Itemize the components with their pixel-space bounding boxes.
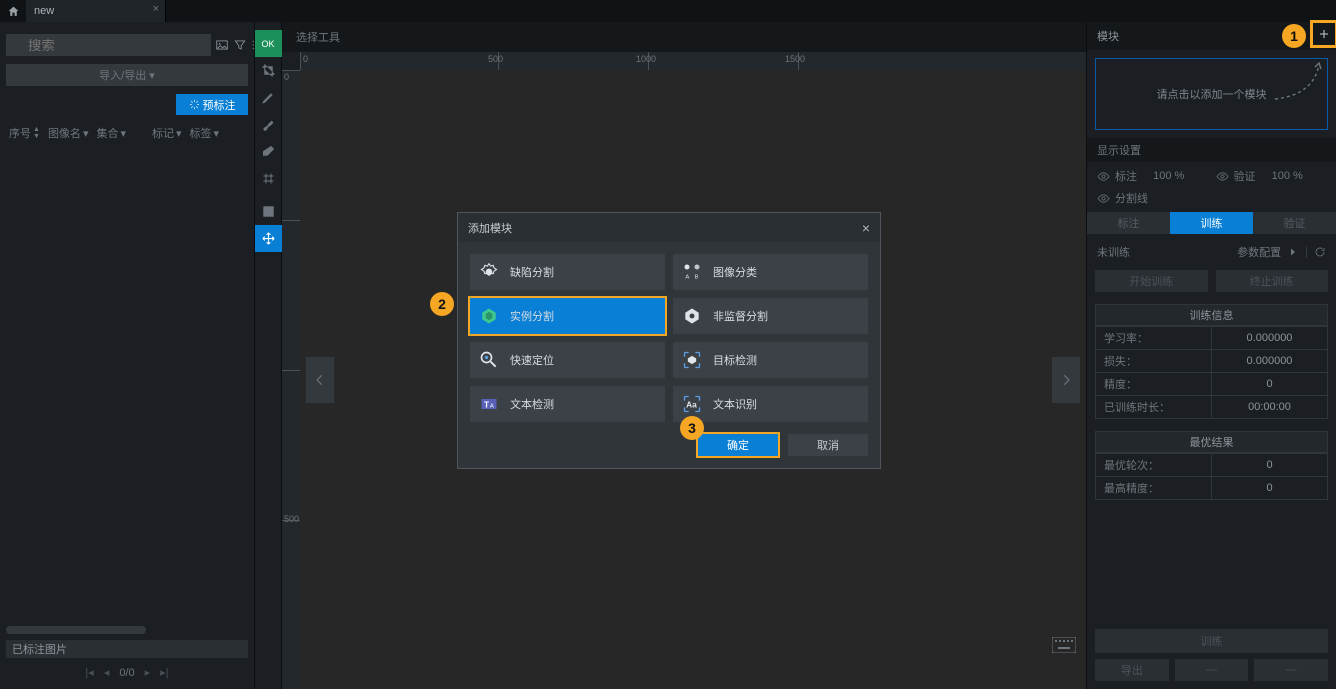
opt-image-cls[interactable]: AB 图像分类 <box>673 254 868 290</box>
opt-fast-loc[interactable]: 快速定位 <box>470 342 665 378</box>
opt-instance-seg[interactable]: 实例分割 <box>470 298 665 334</box>
dialog-cancel-button[interactable]: 取消 <box>788 434 868 456</box>
svg-text:B: B <box>695 275 699 281</box>
dialog-ok-button[interactable]: 确定 <box>698 434 778 456</box>
dialog-overlay: 添加模块 × 缺陷分割 AB 图像分类 实例分割 非监督分割 快速定位 <box>0 0 1336 689</box>
gear-icon <box>478 261 500 283</box>
svg-text:T: T <box>484 399 489 409</box>
svg-text:A: A <box>490 403 494 409</box>
magnifier-icon <box>478 349 500 371</box>
svg-text:A: A <box>685 275 689 281</box>
opt-defect-seg[interactable]: 缺陷分割 <box>470 254 665 290</box>
opt-obj-det[interactable]: 目标检测 <box>673 342 868 378</box>
nut-icon <box>681 305 703 327</box>
opt-text-det[interactable]: TA 文本检测 <box>470 386 665 422</box>
hexagon-icon <box>478 305 500 327</box>
svg-text:Aa: Aa <box>686 399 697 409</box>
classify-icon: AB <box>681 261 703 283</box>
callout-3: 3 <box>680 416 704 440</box>
text-box-icon: TA <box>478 393 500 415</box>
callout-1: 1 <box>1282 24 1306 48</box>
text-scan-icon: Aa <box>681 393 703 415</box>
opt-text-rec[interactable]: Aa 文本识别 <box>673 386 868 422</box>
dialog-close-icon[interactable]: × <box>862 220 870 236</box>
opt-unsup-seg[interactable]: 非监督分割 <box>673 298 868 334</box>
callout-2: 2 <box>430 292 454 316</box>
add-module-dialog: 添加模块 × 缺陷分割 AB 图像分类 实例分割 非监督分割 快速定位 <box>457 212 881 469</box>
add-module-plus-button[interactable] <box>1313 23 1335 45</box>
bbox-nut-icon <box>681 349 703 371</box>
dialog-title: 添加模块 <box>468 220 512 236</box>
